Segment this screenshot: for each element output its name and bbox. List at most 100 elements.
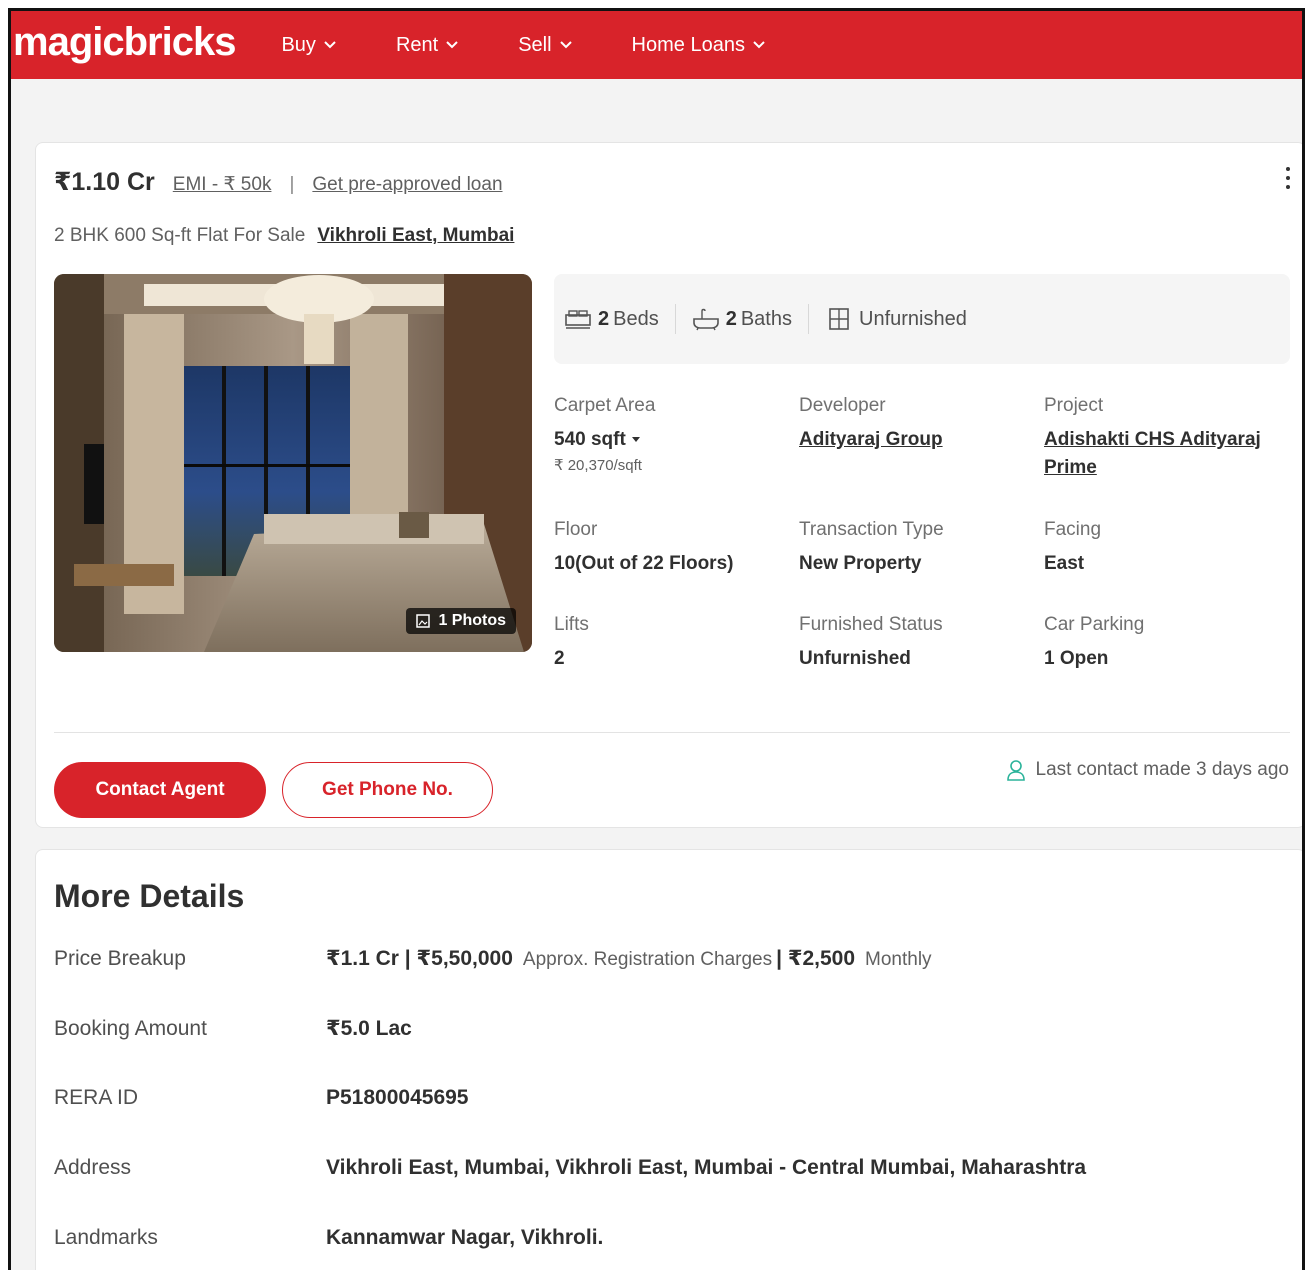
project-label: Project <box>1044 395 1104 416</box>
summary-divider <box>674 304 676 334</box>
carpet-area-value[interactable]: 540 sqft <box>554 426 794 454</box>
preapproved-loan-link[interactable]: Get pre-approved loan <box>312 174 502 196</box>
carpet-area-rate: ₹ 20,370/sqft <box>554 457 642 474</box>
nav-buy[interactable]: Buy <box>281 33 336 57</box>
project-link[interactable]: Adishakti CHS Adityaraj Prime <box>1044 426 1284 482</box>
more-details-title: More Details <box>54 878 245 914</box>
more-details-card: More Details Price Breakup ₹1.1 Cr | ₹5,… <box>35 849 1302 1270</box>
floor-label: Floor <box>554 519 598 540</box>
rera-id-row: RERA ID P51800045695 <box>54 1086 1284 1110</box>
project-cell: Project Adishakti CHS Adityaraj Prime <box>1044 395 1284 482</box>
property-subtitle: 2 BHK 600 Sq-ft Flat For Sale Vikhroli E… <box>54 225 514 247</box>
lifts-label: Lifts <box>554 614 589 635</box>
price-row: ₹1.10 Cr EMI - ₹ 50k | Get pre-approved … <box>54 167 503 197</box>
image-icon <box>416 614 431 628</box>
property-summary-bar: 2 Beds 2 Baths Unfurnished <box>554 274 1290 364</box>
landmarks-row: Landmarks Kannamwar Nagar, Vikhroli. <box>54 1226 1284 1250</box>
emi-link[interactable]: EMI - ₹ 50k <box>173 173 272 196</box>
car-parking-label: Car Parking <box>1044 614 1145 635</box>
main-nav: Buy Rent Sell Home Loans <box>281 34 824 57</box>
last-contact-text: Last contact made 3 days ago <box>1035 759 1290 780</box>
page-frame: magicbricks Buy Rent Sell Home Loans ₹1.… <box>8 8 1305 1270</box>
photos-count-label: 1 Photos <box>438 612 506 629</box>
address-label: Address <box>54 1156 132 1179</box>
property-card: ₹1.10 Cr EMI - ₹ 50k | Get pre-approved … <box>35 142 1302 828</box>
price-breakup-label: Price Breakup <box>54 946 186 970</box>
facing-cell: Facing East <box>1044 519 1284 578</box>
landmarks-value: Kannamwar Nagar, Vikhroli. <box>326 1226 604 1249</box>
property-photo[interactable]: 1 Photos <box>54 274 532 652</box>
baths-label: Baths <box>740 307 792 330</box>
nav-home-loans-label: Home Loans <box>631 33 745 56</box>
photos-count-badge[interactable]: 1 Photos <box>406 608 516 634</box>
rera-id-label: RERA ID <box>54 1086 139 1109</box>
nav-home-loans[interactable]: Home Loans <box>631 33 765 57</box>
price-breakup-row: Price Breakup ₹1.1 Cr | ₹5,50,000 Approx.… <box>54 946 1284 971</box>
facing-label: Facing <box>1044 519 1102 540</box>
furnished-status-label: Furnished Status <box>799 614 943 635</box>
rera-id-value: P51800045695 <box>326 1086 469 1109</box>
divider <box>54 732 1290 733</box>
beds-count: 2 <box>598 307 610 330</box>
carpet-area-cell: Carpet Area 540 sqft ₹ 20,370/sqft <box>554 395 794 474</box>
get-phone-button[interactable]: Get Phone No. <box>282 762 493 818</box>
nav-rent[interactable]: Rent <box>395 33 458 57</box>
facing-value: East <box>1044 553 1085 574</box>
price-breakup-value: ₹1.1 Cr | ₹5,50,000 Approx. Registration … <box>326 946 936 971</box>
developer-cell: Developer Adityaraj Group <box>799 395 1039 454</box>
furnished-status-value: Unfurnished <box>799 648 911 669</box>
top-navbar: magicbricks Buy Rent Sell Home Loans <box>11 11 1302 79</box>
beds-summary: 2 Beds <box>564 307 659 331</box>
last-contact-info: Last contact made 3 days ago <box>1006 759 1290 781</box>
more-options-icon[interactable] <box>1285 167 1291 195</box>
nav-sell[interactable]: Sell <box>518 33 572 57</box>
nav-rent-label: Rent <box>395 33 439 56</box>
chevron-down-icon <box>446 40 458 50</box>
caret-down-icon <box>631 437 640 443</box>
booking-amount-row: Booking Amount ₹5.0 Lac <box>54 1016 1284 1041</box>
lifts-cell: Lifts 2 <box>554 614 794 673</box>
booking-amount-value: ₹5.0 Lac <box>326 1017 412 1040</box>
developer-label: Developer <box>799 395 886 416</box>
chevron-down-icon <box>324 40 336 50</box>
furnished-status-cell: Furnished Status Unfurnished <box>799 614 1039 673</box>
price-separator: | <box>289 174 295 195</box>
car-parking-value: 1 Open <box>1044 648 1109 669</box>
nav-sell-label: Sell <box>518 33 552 56</box>
price-breakup-amounts: ₹1.1 Cr | ₹5,50,000 <box>326 947 513 970</box>
address-value: Vikhroli East, Mumbai, Vikhroli East, Mu… <box>326 1156 1087 1179</box>
bathtub-icon <box>692 308 719 331</box>
maintenance-amount: | ₹2,500 <box>776 947 856 970</box>
lifts-value: 2 <box>554 648 565 669</box>
user-icon <box>1006 760 1025 781</box>
nav-buy-label: Buy <box>281 33 316 56</box>
furnishing-label: Unfurnished <box>859 307 967 330</box>
transaction-value: New Property <box>799 553 922 574</box>
address-row: Address Vikhroli East, Mumbai, Vikhroli … <box>54 1156 1284 1180</box>
transaction-label: Transaction Type <box>799 519 944 540</box>
magicbricks-logo[interactable]: magicbricks <box>13 20 236 65</box>
floor-cell: Floor 10(Out of 22 Floors) <box>554 519 794 578</box>
property-price: ₹1.10 Cr <box>54 168 155 196</box>
summary-divider <box>808 304 809 334</box>
developer-link[interactable]: Adityaraj Group <box>799 426 1039 454</box>
property-location-link[interactable]: Vikhroli East, Mumbai <box>317 225 514 247</box>
transaction-cell: Transaction Type New Property <box>799 519 1039 578</box>
landmarks-label: Landmarks <box>54 1226 158 1249</box>
chevron-down-icon <box>753 40 765 50</box>
registration-charges-text: Approx. Registration Charges <box>522 949 773 970</box>
bedroom-photo-image <box>54 274 532 652</box>
car-parking-cell: Car Parking 1 Open <box>1044 614 1284 673</box>
bed-icon <box>565 310 591 329</box>
carpet-area-label: Carpet Area <box>554 395 656 416</box>
property-title: 2 BHK 600 Sq-ft Flat For Sale <box>54 225 306 246</box>
booking-amount-label: Booking Amount <box>54 1016 207 1040</box>
floor-value: 10(Out of 22 Floors) <box>554 553 734 574</box>
baths-count: 2 <box>725 307 737 330</box>
contact-agent-button[interactable]: Contact Agent <box>54 762 266 818</box>
beds-label: Beds <box>613 307 659 330</box>
chevron-down-icon <box>559 40 572 50</box>
monthly-text: Monthly <box>865 949 932 970</box>
furnishing-summary: Unfurnished <box>825 307 967 331</box>
baths-summary: 2 Baths <box>692 307 792 331</box>
